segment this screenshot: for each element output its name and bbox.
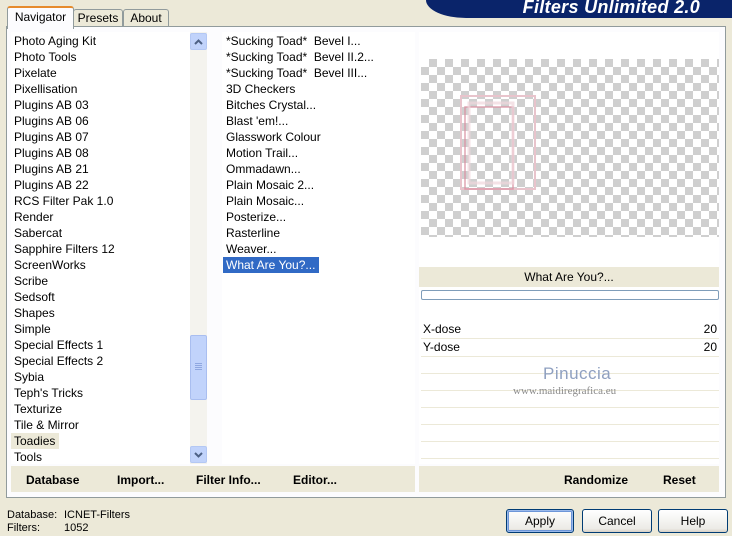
category-item[interactable]: Plugins AB 03 — [11, 97, 190, 113]
filter-item[interactable]: What Are You?... — [223, 257, 320, 273]
chevron-down-icon — [194, 451, 203, 458]
category-item[interactable]: Plugins AB 07 — [11, 129, 190, 145]
filter-item[interactable]: Blast 'em!... — [223, 113, 415, 129]
preview-image[interactable] — [421, 59, 719, 237]
status-filters: Filters: 1052 — [7, 522, 88, 535]
param-row-empty — [421, 442, 719, 459]
filter-item[interactable]: Plain Mosaic 2... — [223, 177, 415, 193]
status-filters-label: Filters: — [7, 522, 40, 534]
category-item[interactable]: Photo Tools — [11, 49, 190, 65]
tab-presets[interactable]: Presets — [73, 9, 123, 27]
scroll-thumb[interactable] — [190, 335, 207, 400]
category-item[interactable]: Scribe — [11, 273, 190, 289]
category-item[interactable]: Teph's Tricks — [11, 385, 190, 401]
import-button[interactable]: Import... — [117, 473, 164, 487]
filter-item[interactable]: Weaver... — [223, 241, 415, 257]
tab-navigator[interactable]: Navigator — [7, 6, 74, 29]
param-label: Y-dose — [423, 340, 460, 354]
scroll-up-button[interactable] — [190, 33, 207, 50]
filter-item[interactable]: Plain Mosaic... — [223, 193, 415, 209]
category-item[interactable]: Simple — [11, 321, 190, 337]
category-item[interactable]: Texturize — [11, 401, 190, 417]
category-item[interactable]: ScreenWorks — [11, 257, 190, 273]
scroll-down-button[interactable] — [190, 446, 207, 463]
banner: Filters Unlimited 2.0 — [426, 0, 732, 18]
category-item[interactable]: Sedsoft — [11, 289, 190, 305]
category-item[interactable]: Tools — [11, 449, 190, 464]
filter-item[interactable]: Bitches Crystal... — [223, 97, 415, 113]
progress-bar — [421, 290, 719, 300]
param-row-x-dose[interactable]: X-dose 20 — [421, 321, 719, 339]
category-item[interactable]: Plugins AB 22 — [11, 177, 190, 193]
status-database-value: ICNET-Filters — [64, 509, 130, 521]
category-item[interactable]: Special Effects 2 — [11, 353, 190, 369]
category-item[interactable]: Photo Aging Kit — [11, 33, 190, 49]
status-database-label: Database: — [7, 509, 58, 521]
randomize-button[interactable]: Randomize — [564, 473, 628, 487]
category-list[interactable]: Photo Aging Kit Photo Tools Pixelate Pixell… — [11, 32, 190, 464]
param-row-empty — [421, 425, 719, 442]
category-item[interactable]: Pixelate — [11, 65, 190, 81]
category-item[interactable]: Special Effects 1 — [11, 337, 190, 353]
category-item[interactable]: Sybia — [11, 369, 190, 385]
category-item[interactable]: Sapphire Filters 12 — [11, 241, 190, 257]
param-value[interactable]: 20 — [704, 321, 717, 338]
editor-button[interactable]: Editor... — [293, 473, 337, 487]
filter-item[interactable]: 3D Checkers — [223, 81, 415, 97]
selected-filter-title: What Are You?... — [419, 267, 719, 287]
category-item[interactable]: Sabercat — [11, 225, 190, 241]
apply-button[interactable]: Apply — [506, 509, 574, 533]
param-value[interactable]: 20 — [704, 339, 717, 356]
watermark-name: Pinuccia — [543, 364, 612, 383]
category-item[interactable]: Plugins AB 06 — [11, 113, 190, 129]
status-filters-value: 1052 — [64, 522, 89, 534]
category-item[interactable]: Toadies — [11, 433, 60, 449]
filter-item[interactable]: Posterize... — [223, 209, 415, 225]
filter-item[interactable]: *Sucking Toad* Bevel II.2... — [223, 49, 415, 65]
cancel-button[interactable]: Cancel — [582, 509, 652, 533]
help-button[interactable]: Help — [658, 509, 728, 533]
filter-item[interactable]: *Sucking Toad* Bevel I... — [223, 33, 415, 49]
category-item[interactable]: Shapes — [11, 305, 190, 321]
param-row-empty — [421, 408, 719, 425]
reset-button[interactable]: Reset — [663, 473, 696, 487]
filter-item[interactable]: Rasterline — [223, 225, 415, 241]
chevron-up-icon — [194, 38, 203, 45]
preview-frame-graphic — [460, 95, 536, 190]
filter-item[interactable]: Glasswork Colour — [223, 129, 415, 145]
category-item[interactable]: Plugins AB 21 — [11, 161, 190, 177]
filter-list[interactable]: *Sucking Toad* Bevel I... *Sucking Toad* … — [222, 32, 415, 464]
filter-info-button[interactable]: Filter Info... — [196, 473, 261, 487]
status-database: Database: ICNET-Filters — [7, 509, 130, 522]
category-item[interactable]: Pixellisation — [11, 81, 190, 97]
category-item[interactable]: Render — [11, 209, 190, 225]
database-button[interactable]: Database — [26, 473, 79, 487]
param-row-y-dose[interactable]: Y-dose 20 — [421, 339, 719, 357]
banner-title: Filters Unlimited 2.0 — [522, 0, 700, 17]
param-label: X-dose — [423, 322, 462, 336]
category-item[interactable]: RCS Filter Pak 1.0 — [11, 193, 190, 209]
category-scrollbar[interactable] — [190, 32, 207, 464]
filter-item[interactable]: *Sucking Toad* Bevel III... — [223, 65, 415, 81]
watermark-url: www.maidiregrafica.eu — [513, 385, 617, 397]
category-item[interactable]: Tile & Mirror — [11, 417, 190, 433]
filter-item[interactable]: Motion Trail... — [223, 145, 415, 161]
filter-item[interactable]: Ommadawn... — [223, 161, 415, 177]
category-item[interactable]: Plugins AB 08 — [11, 145, 190, 161]
tab-about[interactable]: About — [123, 9, 169, 27]
